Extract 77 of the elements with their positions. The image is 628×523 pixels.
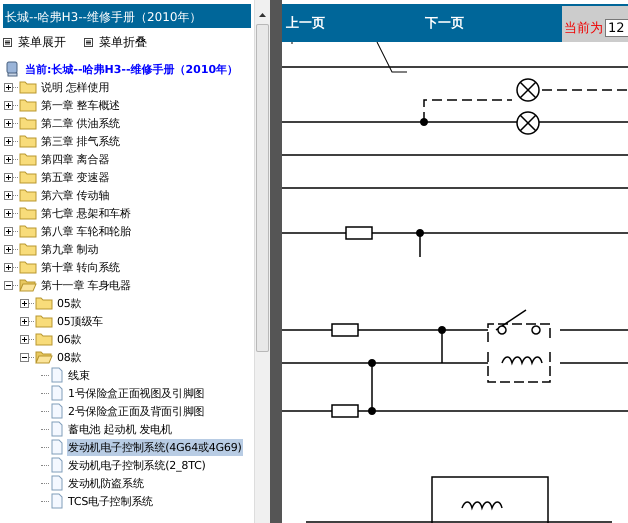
tree-item[interactable]: 发动机防盗系统: [67, 474, 145, 492]
folder-icon: [19, 152, 37, 166]
tree-item[interactable]: 2号保险盒正面及背面引脚图: [67, 402, 206, 420]
expand-toggle[interactable]: [4, 136, 13, 146]
expand-toggle[interactable]: [4, 226, 13, 236]
scrollbar[interactable]: [254, 0, 270, 523]
tree-item[interactable]: 第六章 传动轴: [40, 186, 110, 204]
expand-toggle[interactable]: [4, 118, 13, 128]
expand-toggle[interactable]: [4, 172, 13, 182]
list-icon: [3, 38, 12, 46]
document-icon: [50, 421, 64, 437]
expand-toggle[interactable]: [4, 262, 13, 272]
folder-icon: [19, 224, 37, 238]
document-icon: [50, 439, 64, 455]
folder-icon: [19, 242, 37, 256]
document-icon: [50, 493, 64, 509]
tree-item[interactable]: 08款: [56, 348, 82, 366]
tree-item[interactable]: 第七章 悬架和车桥: [40, 204, 132, 222]
folder-icon: [19, 134, 37, 148]
document-icon: [50, 475, 64, 491]
folder-icon: [19, 260, 37, 274]
tree-item[interactable]: 说明 怎样使用: [40, 78, 110, 96]
folder-icon: [19, 206, 37, 220]
tree-item[interactable]: 线束: [67, 366, 91, 384]
collapse-toggle[interactable]: [20, 352, 29, 362]
expand-toggle[interactable]: [20, 334, 29, 344]
open-folder-icon: [19, 278, 37, 292]
menu-action-button[interactable]: 菜单展开: [3, 34, 66, 50]
previous-page-link[interactable]: 上一页: [282, 13, 325, 33]
folder-icon: [19, 116, 37, 130]
folder-icon: [35, 296, 53, 310]
tree-item[interactable]: TCS电子控制系统: [67, 492, 154, 510]
tree-item[interactable]: 第五章 变速器: [40, 168, 110, 186]
tree-item[interactable]: 发动机电子控制系统(4G64或4G69): [67, 438, 243, 456]
expand-toggle[interactable]: [4, 154, 13, 164]
document-icon: [50, 367, 64, 383]
open-folder-icon: [35, 350, 53, 364]
document-icon: [50, 403, 64, 419]
tree-item[interactable]: 第二章 供油系统: [40, 114, 121, 132]
tree-item[interactable]: 第九章 制动: [40, 240, 100, 258]
next-page-link[interactable]: 下一页: [421, 13, 464, 33]
folder-icon: [35, 314, 53, 328]
tree-item[interactable]: 第八章 车轮和轮胎: [40, 222, 132, 240]
tree-item[interactable]: 05顶级车: [56, 312, 104, 330]
tree-item[interactable]: 蓄电池 起动机 发电机: [67, 420, 173, 438]
folder-icon: [35, 332, 53, 346]
tree-item[interactable]: 1号保险盒正面视图及引脚图: [67, 384, 206, 402]
expand-toggle[interactable]: [20, 298, 29, 308]
collapse-toggle[interactable]: [4, 280, 13, 290]
tree-item[interactable]: 第十一章 车身电器: [40, 276, 132, 294]
tree-item[interactable]: 06款: [56, 330, 82, 348]
expand-toggle[interactable]: [4, 82, 13, 92]
tree-item[interactable]: 第十章 转向系统: [40, 258, 121, 276]
current-page-label: 当前为: [564, 20, 603, 37]
expand-toggle[interactable]: [20, 316, 29, 326]
tree-item[interactable]: 发动机电子控制系统(2_8TC): [67, 456, 207, 474]
folder-icon: [19, 98, 37, 112]
tree-item[interactable]: 第一章 整车概述: [40, 96, 121, 114]
folder-icon: [19, 188, 37, 202]
expand-toggle[interactable]: [4, 100, 13, 110]
manual-title: 长城--哈弗H3--维修手册（2010年）: [3, 4, 251, 28]
tree-item[interactable]: 第四章 离合器: [40, 150, 110, 168]
expand-toggle[interactable]: [4, 208, 13, 218]
page-number-field[interactable]: 12: [605, 19, 628, 37]
menu-action-button[interactable]: 菜单折叠: [84, 34, 147, 50]
document-icon: [50, 385, 64, 401]
folder-icon: [19, 80, 37, 94]
tree-item[interactable]: 第三章 排气系统: [40, 132, 121, 150]
current-manual-label: 当前:长城--哈弗H3--维修手册（2010年）: [25, 62, 238, 76]
computer-icon: [5, 61, 19, 77]
expand-toggle[interactable]: [4, 244, 13, 254]
folder-icon: [19, 170, 37, 184]
scrollbar-thumb[interactable]: [256, 24, 269, 352]
document-icon: [50, 457, 64, 473]
list-icon: [84, 38, 93, 46]
expand-toggle[interactable]: [4, 190, 13, 200]
tree-item[interactable]: 05款: [56, 294, 82, 312]
